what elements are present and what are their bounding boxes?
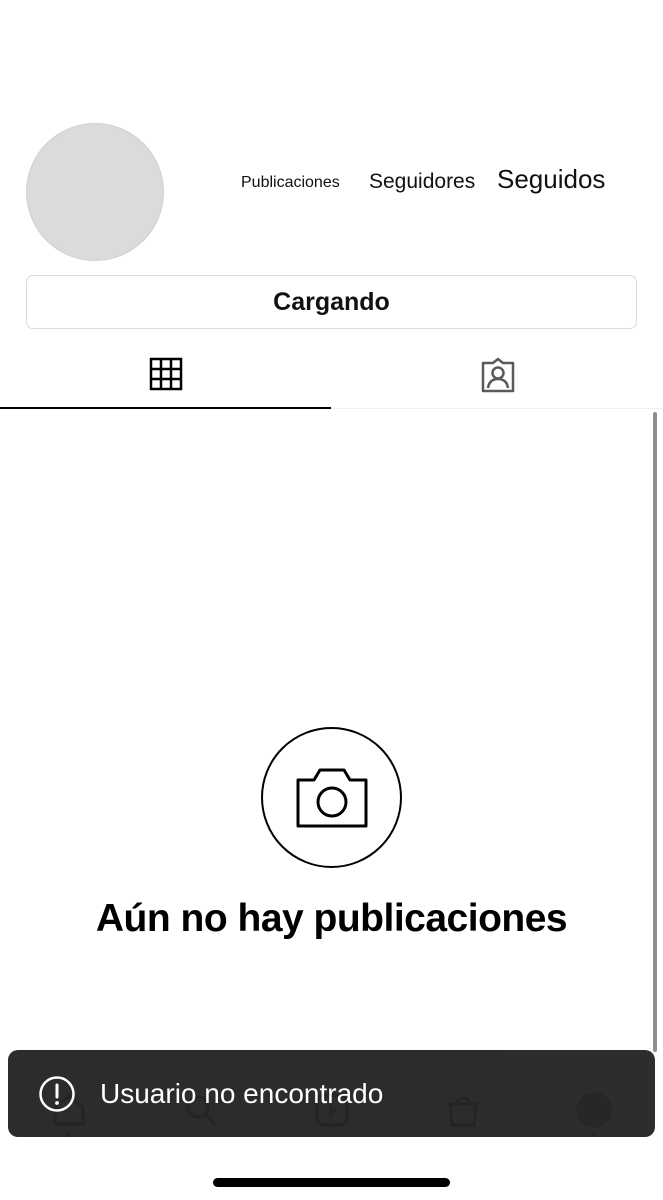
home-indicator[interactable] [213,1178,450,1187]
tab-tagged[interactable] [332,340,663,409]
profile-tabs [0,340,663,409]
followers-label[interactable]: Seguidores [369,170,475,194]
following-label[interactable]: Seguidos [497,164,605,195]
alert-circle-icon [38,1075,76,1113]
camera-icon [296,768,367,827]
tab-posts-grid[interactable] [0,340,331,409]
tagged-person-icon [481,357,514,392]
edit-profile-button[interactable]: Cargando [26,275,637,329]
posts-label[interactable]: Publicaciones [241,174,340,192]
profile-stats: Publicaciones Seguidores Seguidos [0,160,663,200]
scrollbar[interactable] [653,412,657,1052]
grid-icon [149,357,182,390]
empty-state-title: Aún no hay publicaciones [95,897,568,940]
error-toast[interactable]: Usuario no encontrado [8,1050,655,1137]
toast-message: Usuario no encontrado [100,1077,384,1109]
empty-state-camera [261,727,402,868]
